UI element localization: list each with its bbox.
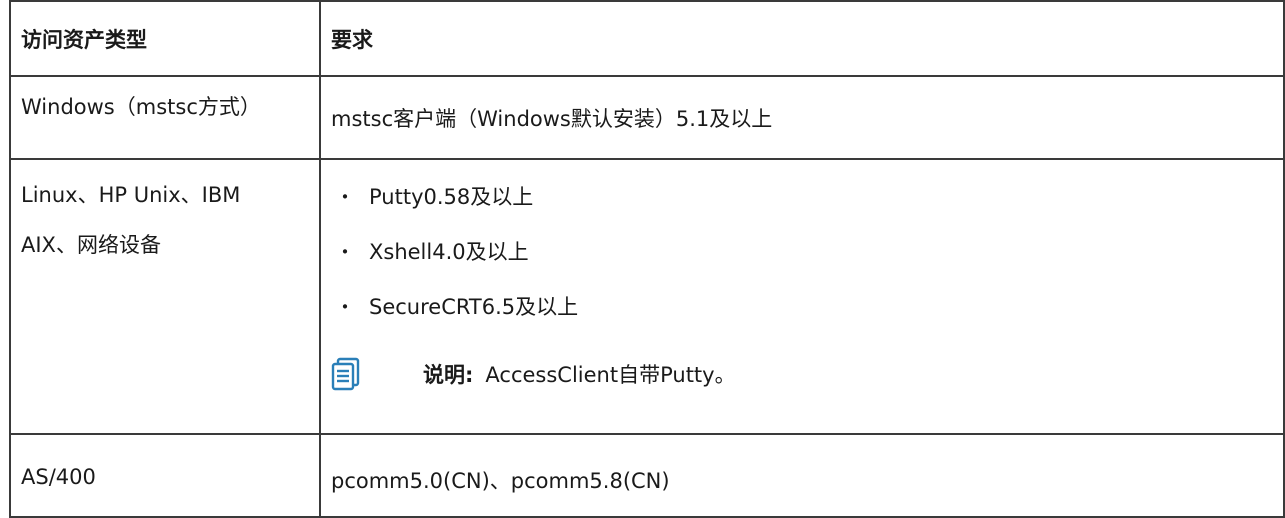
list-item-text: SecureCRT6.5及以上 [369,295,579,319]
note-label: 说明: [423,363,474,387]
note-text: AccessClient自带Putty。 [485,363,736,387]
asset-type-cell: Linux、HP Unix、IBM AIX、网络设备 [9,158,321,435]
list-item-text: Xshell4.0及以上 [369,240,529,264]
header-asset-type: 访问资产类型 [9,0,321,77]
list-item-text: Putty0.58及以上 [369,185,534,209]
asset-type-line: AIX、网络设备 [21,233,161,257]
table-row: Linux、HP Unix、IBM AIX、网络设备 ・ Putty0.58及以… [9,158,1285,435]
document-note-icon [331,357,360,391]
asset-type-cell: Windows（mstsc方式） [9,75,321,160]
asset-type-cell: AS/400 [9,433,321,518]
requirement-cell: mstsc客户端（Windows默认安装）5.1及以上 [319,75,1285,160]
asset-type-line: Linux、HP Unix、IBM [21,183,241,207]
requirement-cell: pcomm5.0(CN)、pcomm5.8(CN) [319,433,1285,518]
requirement-list: ・ Putty0.58及以上 ・ Xshell4.0及以上 ・ SecureCR… [331,182,1283,347]
list-item: ・ SecureCRT6.5及以上 [331,292,1283,347]
bullet-icon: ・ [335,185,355,209]
table-header-row: 访问资产类型 要求 [9,0,1285,77]
list-item: ・ Putty0.58及以上 [331,182,1283,237]
requirement-cell: ・ Putty0.58及以上 ・ Xshell4.0及以上 ・ SecureCR… [319,158,1285,435]
bullet-icon: ・ [335,240,355,264]
table-row: Windows（mstsc方式） mstsc客户端（Windows默认安装）5.… [9,75,1285,160]
list-item: ・ Xshell4.0及以上 [331,237,1283,292]
note-block: 说明: AccessClient自带Putty。 [331,352,1283,396]
table-row: AS/400 pcomm5.0(CN)、pcomm5.8(CN) [9,433,1285,518]
requirements-table: 访问资产类型 要求 Windows（mstsc方式） mstsc客户端（Wind… [9,0,1285,518]
header-requirement: 要求 [319,0,1285,77]
bullet-icon: ・ [335,295,355,319]
